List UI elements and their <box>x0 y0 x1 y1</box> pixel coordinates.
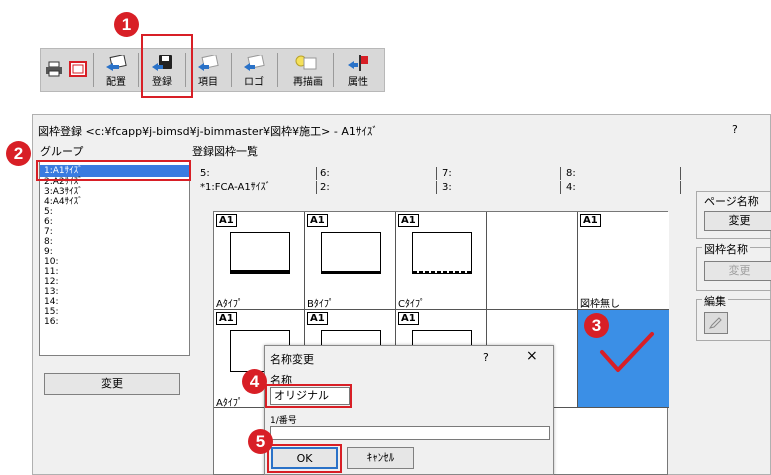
tab-5[interactable]: 5: <box>200 167 210 180</box>
group-item-14[interactable]: 14: <box>40 297 189 307</box>
frame-caption: 図枠無し <box>580 299 620 310</box>
highlight-name <box>265 384 352 408</box>
window-title: 図枠登録 <c:¥fcapp¥j-bimsd¥j-bimmaster¥図枠¥施工… <box>38 125 378 138</box>
tab-6[interactable]: 6: <box>320 167 330 180</box>
redraw-bulb-icon <box>295 55 317 70</box>
highlight-group <box>36 160 191 181</box>
code-label: 1/番号 <box>270 416 297 426</box>
group-item-11[interactable]: 11: <box>40 267 189 277</box>
item-label: 項目 <box>198 77 218 88</box>
tab-8[interactable]: 8: <box>566 167 576 180</box>
frame-caption: Bﾀｲﾌﾟ <box>307 299 334 310</box>
place-icon <box>106 55 127 71</box>
highlight-register <box>141 34 193 98</box>
frame-name-change-button[interactable]: 変更 <box>704 261 771 281</box>
group-item-5[interactable]: 5: <box>40 207 189 217</box>
group-list[interactable]: 1:A1ｻｲｽﾞ 2:A2ｻｲｽﾞ 3:A3ｻｲｽﾞ 4:A4ｻｲｽﾞ 5: 6… <box>39 160 190 356</box>
frame-caption: Cﾀｲﾌﾟ <box>398 299 425 310</box>
frame-caption: Aﾀｲﾌﾟ <box>216 398 243 409</box>
attribute-flag-icon <box>348 55 368 71</box>
group-item-4[interactable]: 4:A4ｻｲｽﾞ <box>40 197 189 207</box>
a1-badge: A1 <box>216 214 237 227</box>
group-item-12[interactable]: 12: <box>40 277 189 287</box>
group-label: グループ <box>40 145 84 158</box>
group-item-6[interactable]: 6: <box>40 217 189 227</box>
logo-button[interactable]: ロゴ <box>235 51 273 89</box>
a1-badge: A1 <box>307 214 328 227</box>
edit-label: 編集 <box>702 293 728 309</box>
frame-cell-a[interactable]: A1 Aﾀｲﾌﾟ <box>214 212 305 310</box>
callout-2: 2 <box>6 141 31 166</box>
window-help-button[interactable]: ? <box>732 123 738 136</box>
printer-icon <box>46 61 62 77</box>
frame-cell-b[interactable]: A1 Bﾀｲﾌﾟ <box>305 212 396 310</box>
frame-thumbnail <box>321 232 381 274</box>
group-item-10[interactable]: 10: <box>40 257 189 267</box>
group-item-9[interactable]: 9: <box>40 247 189 257</box>
frame-thumbnail <box>412 232 472 274</box>
redraw-button[interactable]: 再描画 <box>285 51 331 89</box>
code-input[interactable] <box>270 426 550 440</box>
frame-button[interactable] <box>67 51 89 89</box>
frame-icon <box>69 61 87 77</box>
dialog-close-button[interactable]: × <box>526 348 538 364</box>
frame-name-label: 図枠名称 <box>702 241 750 257</box>
print-button[interactable] <box>43 51 65 89</box>
highlight-ok <box>267 444 342 473</box>
page-name-label: ページ名称 <box>702 193 761 209</box>
pencil-icon <box>709 317 722 329</box>
callout-5: 5 <box>248 429 273 454</box>
group-item-7[interactable]: 7: <box>40 227 189 237</box>
list-label: 登録図枠一覧 <box>192 145 258 158</box>
checkmark-icon <box>600 332 654 372</box>
dialog-help-button[interactable]: ? <box>483 351 489 364</box>
tab-1[interactable]: *1:FCA-A1ｻｲｽﾞ <box>200 181 271 194</box>
attribute-button[interactable]: 属性 <box>339 51 377 89</box>
redraw-label: 再描画 <box>293 77 323 88</box>
frame-cell-c[interactable]: A1 Cﾀｲﾌﾟ <box>396 212 487 310</box>
place-button[interactable]: 配置 <box>97 51 135 89</box>
place-label: 配置 <box>106 77 126 88</box>
logo-label: ロゴ <box>244 77 264 88</box>
callout-3: 3 <box>584 313 609 338</box>
tab-7[interactable]: 7: <box>442 167 452 180</box>
logo-icon <box>244 55 265 71</box>
group-item-8[interactable]: 8: <box>40 237 189 247</box>
tab-2[interactable]: 2: <box>320 181 330 194</box>
a1-badge: A1 <box>580 214 601 227</box>
group-item-15[interactable]: 15: <box>40 307 189 317</box>
group-item-16[interactable]: 16: <box>40 317 189 327</box>
callout-1: 1 <box>114 12 139 37</box>
page-name-change-button[interactable]: 変更 <box>704 211 771 231</box>
tab-3[interactable]: 3: <box>442 181 452 194</box>
a1-badge: A1 <box>216 312 237 325</box>
toolbar: 配置 登録 項目 ロゴ 再描画 属性 <box>40 48 385 92</box>
tab-4[interactable]: 4: <box>566 181 576 194</box>
frame-caption: Aﾀｲﾌﾟ <box>216 299 243 310</box>
edit-button[interactable] <box>704 312 728 334</box>
a1-badge: A1 <box>398 312 419 325</box>
callout-4: 4 <box>242 369 267 394</box>
cancel-button[interactable]: ｷｬﾝｾﾙ <box>347 447 414 469</box>
frame-thumbnail <box>230 232 290 274</box>
frame-cell-empty[interactable] <box>487 212 578 310</box>
a1-badge: A1 <box>398 214 419 227</box>
frame-cell-none[interactable]: A1 図枠無し <box>578 212 669 310</box>
item-icon <box>198 55 219 71</box>
attribute-label: 属性 <box>348 77 368 88</box>
group-item-13[interactable]: 13: <box>40 287 189 297</box>
dialog-title: 名称変更 <box>270 353 314 366</box>
a1-badge: A1 <box>307 312 328 325</box>
group-change-button[interactable]: 変更 <box>44 373 180 395</box>
item-button[interactable]: 項目 <box>189 51 227 89</box>
group-item-3[interactable]: 3:A3ｻｲｽﾞ <box>40 187 189 197</box>
